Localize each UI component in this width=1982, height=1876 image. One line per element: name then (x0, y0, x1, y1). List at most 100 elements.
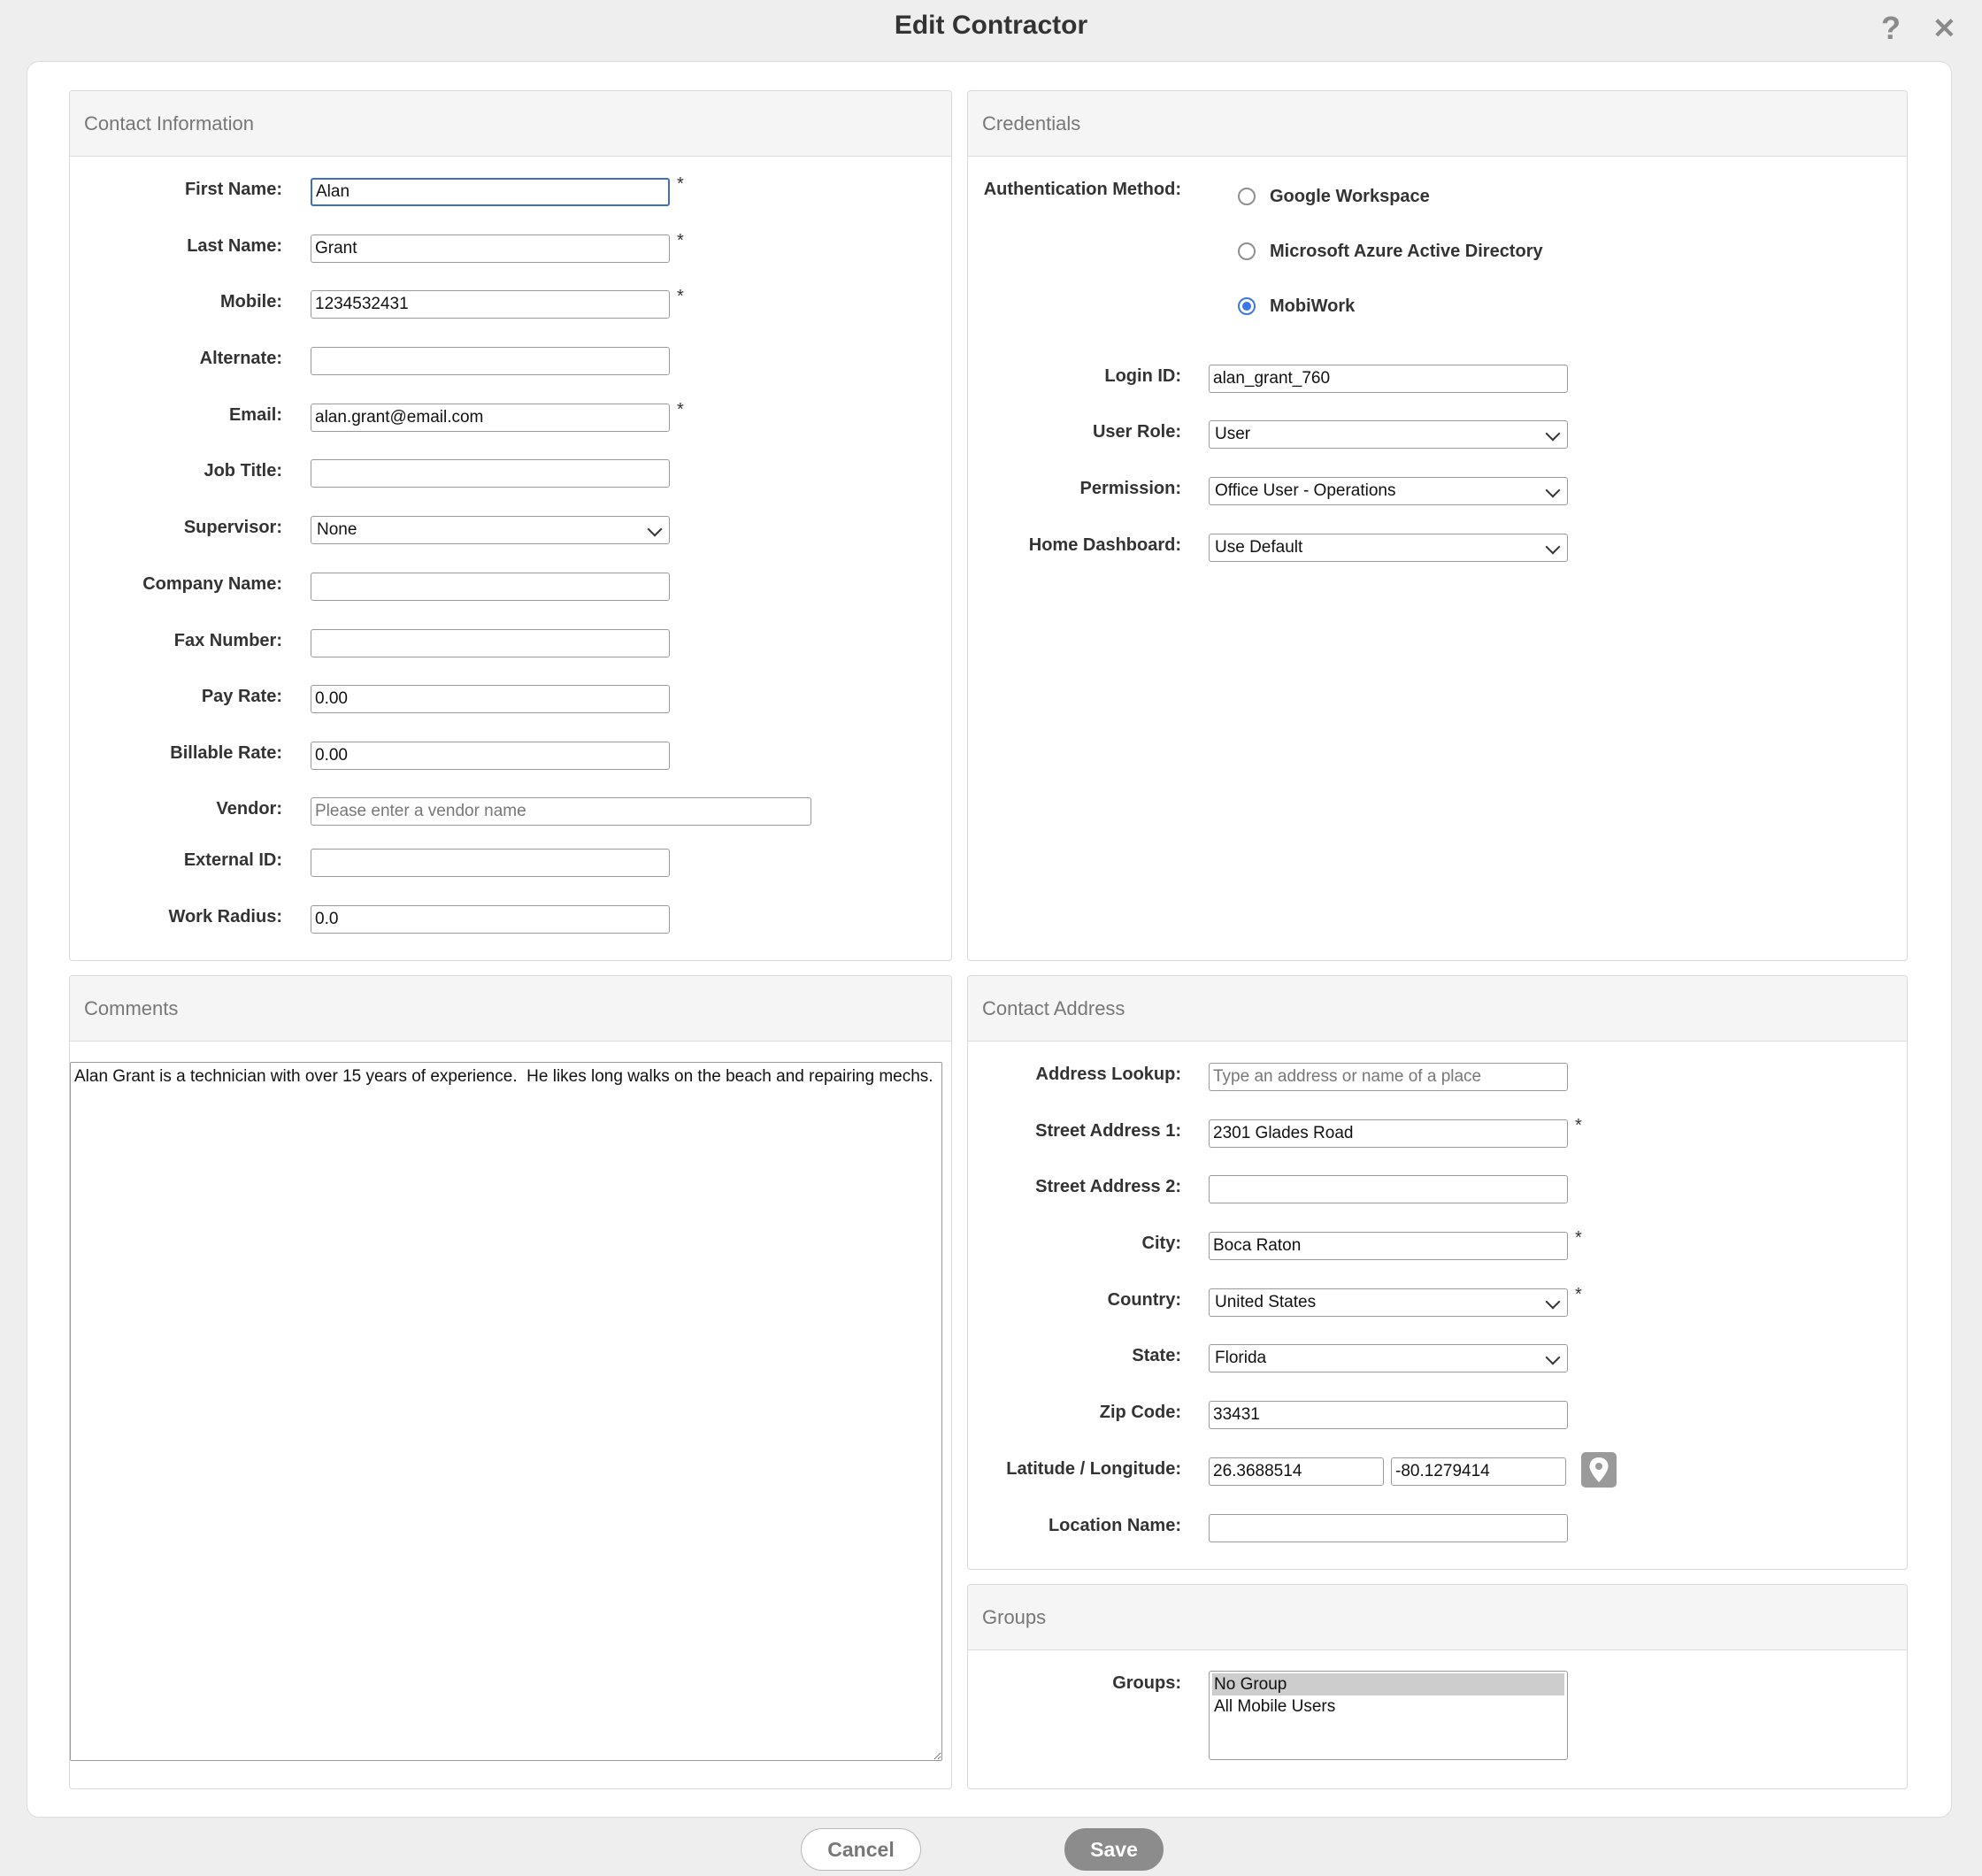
map-pin-icon (1589, 1457, 1609, 1482)
selected-value: None (317, 520, 357, 539)
comments-textarea[interactable]: Alan Grant is a technician with over 15 … (70, 1062, 942, 1761)
field-label: Billable Rate: (170, 743, 282, 763)
selected-value: Office User - Operations (1215, 481, 1396, 500)
field-label: Pay Rate: (201, 687, 282, 706)
fax-number-input[interactable] (311, 629, 670, 657)
street-address-1-input[interactable] (1209, 1119, 1568, 1148)
radio-label: MobiWork (1270, 296, 1356, 316)
chevron-down-icon (647, 521, 663, 537)
groups-listbox[interactable]: No Group All Mobile Users (1209, 1671, 1568, 1760)
radio-label: Google Workspace (1270, 187, 1430, 206)
comments-panel: Comments Alan Grant is a technician with… (69, 975, 952, 1789)
field-label: Email: (228, 405, 282, 425)
field-label: Job Title: (204, 461, 282, 481)
field-label: Authentication Method: (983, 180, 1181, 199)
radio-button[interactable] (1238, 188, 1256, 205)
billable-rate-input[interactable] (311, 742, 670, 770)
field-label: Mobile: (220, 292, 282, 311)
field-label: First Name: (184, 180, 282, 199)
field-label: Home Dashboard: (1028, 535, 1181, 555)
field-label: User Role: (1092, 422, 1181, 442)
field-label: Alternate: (199, 349, 282, 368)
panel-heading: Contact Information (70, 91, 951, 157)
save-button[interactable]: Save (1064, 1828, 1164, 1871)
radio-button-selected[interactable] (1238, 297, 1256, 315)
user-role-select[interactable]: User (1209, 420, 1568, 449)
field-label: Zip Code: (1099, 1403, 1181, 1422)
field-label: State: (1132, 1346, 1181, 1365)
required-marker: * (677, 174, 684, 194)
credentials-panel: Credentials Authentication Method: Googl… (967, 90, 1908, 961)
radio-button[interactable] (1238, 242, 1256, 260)
city-input[interactable] (1209, 1232, 1568, 1260)
job-title-input[interactable] (311, 459, 670, 488)
latitude-input[interactable] (1209, 1457, 1384, 1486)
mobile-input[interactable] (311, 290, 670, 319)
field-label: Latitude / Longitude: (1006, 1459, 1181, 1479)
company-name-input[interactable] (311, 573, 670, 601)
selected-value: United States (1215, 1293, 1317, 1311)
field-label: Street Address 1: (1035, 1121, 1181, 1141)
panel-heading: Credentials (968, 91, 1907, 157)
selected-value: Florida (1215, 1349, 1267, 1367)
field-label: Fax Number: (173, 631, 282, 650)
required-marker: * (677, 231, 684, 250)
zip-code-input[interactable] (1209, 1401, 1568, 1429)
country-select[interactable]: United States (1209, 1288, 1568, 1317)
map-pin-button[interactable] (1581, 1452, 1617, 1488)
selected-value: User (1215, 425, 1251, 443)
location-name-input[interactable] (1209, 1514, 1568, 1542)
street-address-2-input[interactable] (1209, 1175, 1568, 1203)
required-marker: * (677, 287, 684, 306)
dialog-title: Edit Contractor (894, 11, 1088, 40)
field-label: Groups: (1112, 1673, 1181, 1693)
field-label: Address Lookup: (1035, 1065, 1181, 1084)
work-radius-input[interactable] (311, 905, 670, 934)
field-label: Country: (1107, 1290, 1181, 1310)
permission-select[interactable]: Office User - Operations (1209, 477, 1568, 505)
supervisor-select[interactable]: None (311, 516, 670, 544)
external-id-input[interactable] (311, 849, 670, 877)
field-label: Supervisor: (183, 518, 282, 537)
chevron-down-icon (1545, 1349, 1561, 1365)
cancel-button[interactable]: Cancel (801, 1828, 921, 1871)
field-label: Permission: (1079, 479, 1181, 498)
field-label: Last Name: (187, 236, 282, 256)
first-name-input[interactable] (311, 178, 670, 206)
field-label: Login ID: (1104, 366, 1181, 386)
field-label: Work Radius: (168, 907, 282, 926)
longitude-input[interactable] (1391, 1457, 1566, 1486)
chevron-down-icon (1545, 482, 1561, 498)
required-marker: * (1575, 1285, 1582, 1304)
last-name-input[interactable] (311, 234, 670, 263)
list-option-selected[interactable]: No Group (1212, 1673, 1564, 1695)
pay-rate-input[interactable] (311, 685, 670, 713)
home-dashboard-select[interactable]: Use Default (1209, 534, 1568, 562)
required-marker: * (1575, 1116, 1582, 1135)
field-label: Company Name: (142, 574, 282, 594)
chevron-down-icon (1545, 1294, 1561, 1310)
required-marker: * (677, 400, 684, 419)
help-icon[interactable]: ? (1881, 11, 1901, 46)
panel-heading: Contact Address (968, 976, 1907, 1042)
contact-address-panel: Contact Address Address Lookup: Street A… (967, 975, 1908, 1570)
address-lookup-input[interactable] (1209, 1063, 1568, 1091)
close-icon[interactable]: ✕ (1932, 11, 1956, 46)
field-label: Vendor: (216, 799, 282, 819)
state-select[interactable]: Florida (1209, 1344, 1568, 1372)
selected-value: Use Default (1215, 538, 1303, 557)
vendor-input[interactable] (311, 797, 811, 826)
list-option[interactable]: All Mobile Users (1212, 1695, 1564, 1718)
field-label: Location Name: (1048, 1516, 1181, 1535)
groups-panel: Groups Groups: No Group All Mobile Users (967, 1584, 1908, 1789)
panel-heading: Groups (968, 1585, 1907, 1650)
chevron-down-icon (1545, 426, 1561, 442)
alternate-input[interactable] (311, 347, 670, 375)
field-label: External ID: (183, 850, 282, 870)
field-label: Street Address 2: (1035, 1177, 1181, 1196)
field-label: City: (1141, 1234, 1181, 1253)
email-input[interactable] (311, 404, 670, 432)
login-id-input[interactable] (1209, 365, 1568, 393)
chevron-down-icon (1545, 539, 1561, 555)
required-marker: * (1575, 1228, 1582, 1248)
